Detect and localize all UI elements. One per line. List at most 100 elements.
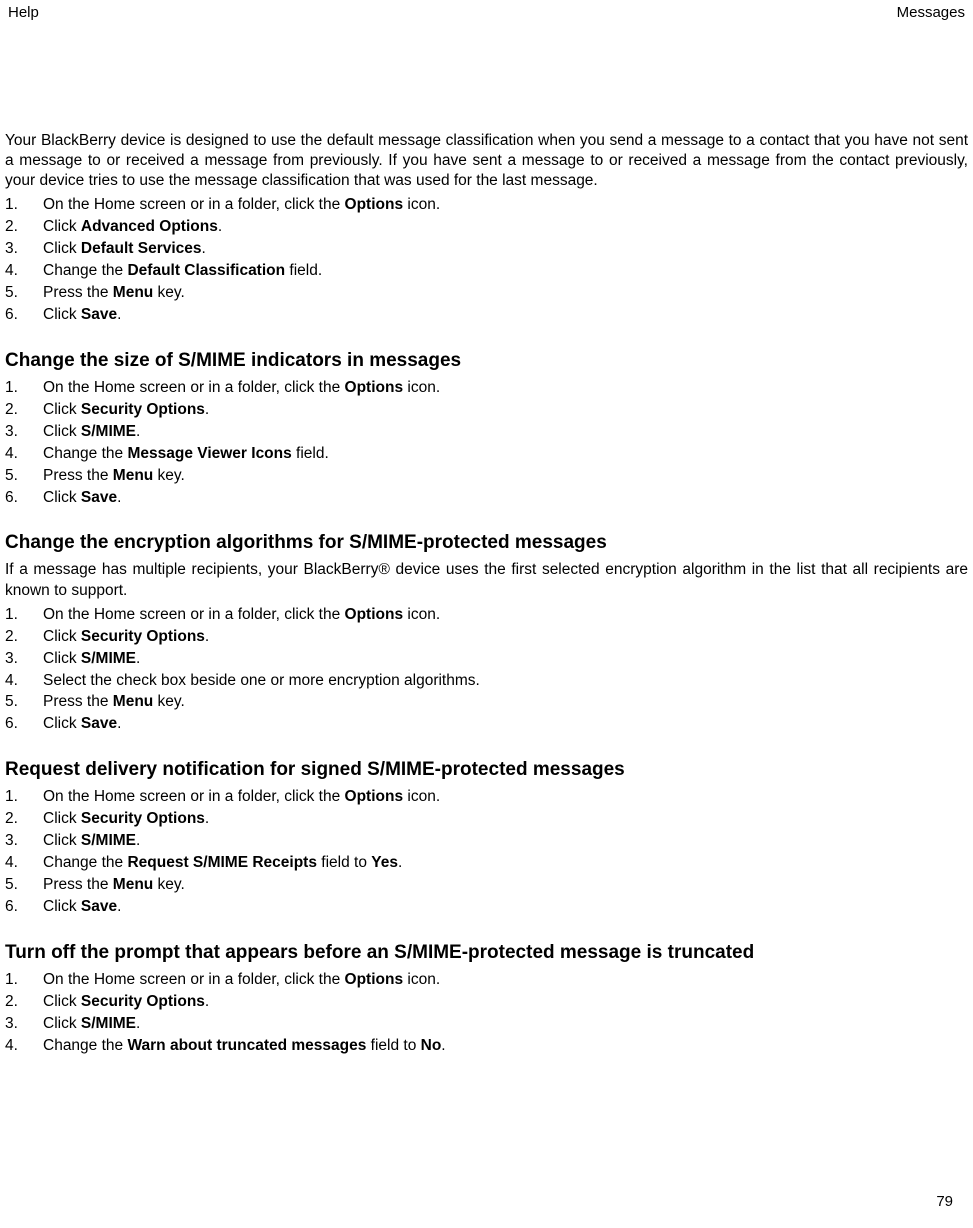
section-title-smime-truncate: Turn off the prompt that appears before … — [5, 942, 953, 964]
step-text: . — [117, 489, 121, 506]
step-text: icon. — [403, 788, 440, 805]
step-text: Change the — [43, 262, 127, 279]
step-text: Click — [43, 810, 81, 827]
step-text: . — [205, 628, 209, 645]
step-text: Click — [43, 628, 81, 645]
list-item: Select the check box beside one or more … — [5, 671, 953, 692]
step-text: key. — [153, 284, 185, 301]
step-text: Click — [43, 401, 81, 418]
step-bold: S/MIME — [81, 1015, 136, 1032]
step-text: Click — [43, 489, 81, 506]
list-item: Click S/MIME. — [5, 1014, 953, 1035]
step-text: Press the — [43, 467, 113, 484]
page-number: 79 — [936, 1193, 953, 1210]
step-text: Click — [43, 993, 81, 1010]
step-bold: S/MIME — [81, 423, 136, 440]
step-bold: Security Options — [81, 401, 205, 418]
step-text: icon. — [403, 606, 440, 623]
steps-list-default-classification: On the Home screen or in a folder, click… — [5, 195, 953, 326]
step-bold: S/MIME — [81, 832, 136, 849]
list-item: On the Home screen or in a folder, click… — [5, 970, 953, 991]
list-item: Click Save. — [5, 897, 953, 918]
intro-paragraph: Your BlackBerry device is designed to us… — [5, 131, 968, 191]
header-left: Help — [8, 4, 39, 21]
list-item: Click Security Options. — [5, 809, 953, 830]
step-text: . — [117, 715, 121, 732]
list-item: Press the Menu key. — [5, 466, 953, 487]
step-bold: Options — [345, 971, 404, 988]
section-title-smime-algorithms: Change the encryption algorithms for S/M… — [5, 532, 953, 554]
list-item: Click Save. — [5, 714, 953, 735]
step-bold: Message Viewer Icons — [127, 445, 291, 462]
page-content: Your BlackBerry device is designed to us… — [0, 21, 973, 1057]
step-text: . — [136, 423, 140, 440]
step-bold: Save — [81, 306, 117, 323]
step-text: field. — [292, 445, 329, 462]
step-text: Click — [43, 240, 81, 257]
step-text: . — [218, 218, 222, 235]
step-text: Click — [43, 1015, 81, 1032]
step-text: . — [398, 854, 402, 871]
step-text: field. — [285, 262, 322, 279]
step-text: On the Home screen or in a folder, click… — [43, 379, 345, 396]
list-item: Click Save. — [5, 305, 953, 326]
step-text: icon. — [403, 971, 440, 988]
step-text: Click — [43, 306, 81, 323]
list-item: Press the Menu key. — [5, 283, 953, 304]
list-item: Change the Warn about truncated messages… — [5, 1036, 953, 1057]
step-text: Change the — [43, 854, 127, 871]
step-bold: Options — [345, 196, 404, 213]
list-item: On the Home screen or in a folder, click… — [5, 787, 953, 808]
step-text: Click — [43, 715, 81, 732]
step-text: Click — [43, 898, 81, 915]
step-bold: Save — [81, 489, 117, 506]
list-item: Change the Message Viewer Icons field. — [5, 444, 953, 465]
step-bold: Request S/MIME Receipts — [127, 854, 317, 871]
step-bold: Menu — [113, 467, 153, 484]
step-bold: No — [421, 1037, 442, 1054]
section-intro-smime-algorithms: If a message has multiple recipients, yo… — [5, 560, 968, 600]
step-text: field to — [366, 1037, 420, 1054]
step-bold: Security Options — [81, 628, 205, 645]
step-text: Click — [43, 650, 81, 667]
steps-list-smime-delivery: On the Home screen or in a folder, click… — [5, 787, 953, 918]
list-item: Click Security Options. — [5, 400, 953, 421]
step-text: Press the — [43, 876, 113, 893]
step-text: Press the — [43, 693, 113, 710]
step-text: . — [117, 898, 121, 915]
step-text: On the Home screen or in a folder, click… — [43, 788, 345, 805]
step-bold: Default Classification — [127, 262, 285, 279]
list-item: Press the Menu key. — [5, 692, 953, 713]
step-text: . — [205, 810, 209, 827]
step-bold: Menu — [113, 284, 153, 301]
step-text: On the Home screen or in a folder, click… — [43, 971, 345, 988]
step-text: On the Home screen or in a folder, click… — [43, 196, 345, 213]
step-bold: Default Services — [81, 240, 202, 257]
step-text: . — [441, 1037, 445, 1054]
step-bold: Warn about truncated messages — [127, 1037, 366, 1054]
list-item: Click Default Services. — [5, 239, 953, 260]
list-item: Click Security Options. — [5, 627, 953, 648]
step-text: field to — [317, 854, 371, 871]
list-item: Click Save. — [5, 488, 953, 509]
step-text: . — [136, 650, 140, 667]
step-bold: Menu — [113, 876, 153, 893]
step-text: Press the — [43, 284, 113, 301]
step-text: Select the check box beside one or more … — [43, 672, 480, 689]
page-header: Help Messages — [0, 0, 973, 21]
step-bold: S/MIME — [81, 650, 136, 667]
step-text: . — [202, 240, 206, 257]
step-bold: Save — [81, 898, 117, 915]
step-bold: Options — [345, 788, 404, 805]
section-title-smime-size: Change the size of S/MIME indicators in … — [5, 350, 953, 372]
step-bold: Yes — [371, 854, 398, 871]
list-item: Click S/MIME. — [5, 649, 953, 670]
step-text: . — [205, 401, 209, 418]
step-text: Change the — [43, 445, 127, 462]
step-bold: Security Options — [81, 993, 205, 1010]
list-item: Change the Request S/MIME Receipts field… — [5, 853, 953, 874]
step-text: Change the — [43, 1037, 127, 1054]
step-text: On the Home screen or in a folder, click… — [43, 606, 345, 623]
step-text: . — [117, 306, 121, 323]
step-text: key. — [153, 693, 185, 710]
